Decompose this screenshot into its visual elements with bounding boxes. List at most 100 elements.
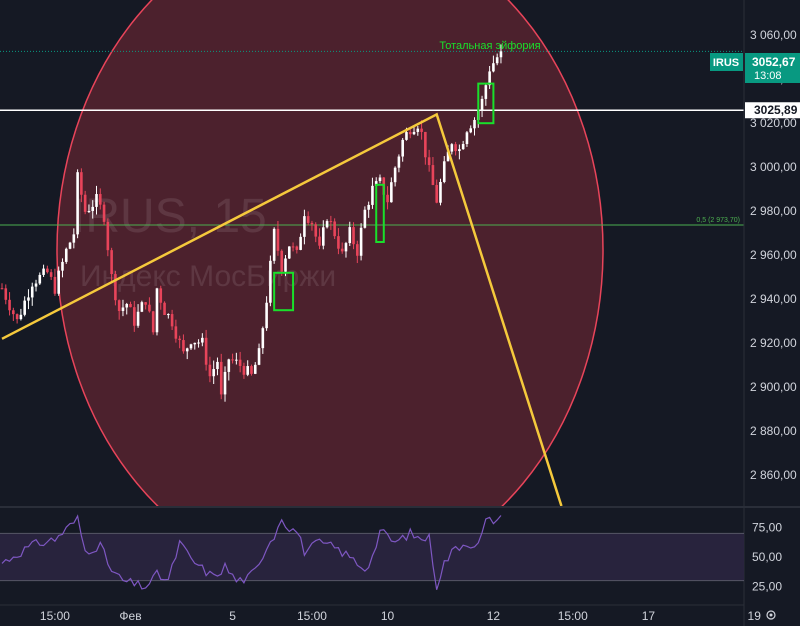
- candle-body: [189, 344, 193, 349]
- candle-body: [193, 342, 197, 345]
- candle: [57, 266, 60, 296]
- candle: [64, 247, 68, 264]
- candle-body: [469, 128, 473, 133]
- candle-body: [212, 369, 215, 377]
- candle-body: [182, 340, 185, 352]
- candle-body: [310, 222, 314, 225]
- candle-body: [167, 314, 170, 316]
- candle-body: [133, 307, 136, 326]
- candle-body: [352, 227, 355, 245]
- rsi-axis[interactable]: 25,00 50,00 75,00: [752, 520, 782, 593]
- price-badge-countdown: 13:08: [754, 70, 782, 82]
- candle-body: [170, 314, 174, 327]
- candle-body: [386, 194, 389, 203]
- hline-price-text: 3025,89: [754, 103, 798, 117]
- candle-body: [136, 311, 140, 326]
- candle-body: [227, 359, 231, 372]
- candle-body: [359, 227, 363, 256]
- candle-body: [435, 184, 438, 203]
- candle-body: [246, 366, 249, 375]
- candle-body: [98, 194, 102, 205]
- price-tick-label: 2 960,00: [750, 248, 797, 262]
- candle: [439, 178, 442, 206]
- candle-body: [408, 132, 412, 135]
- candle-body: [204, 337, 208, 365]
- time-tick-label: 19: [748, 609, 762, 623]
- candle-body: [427, 157, 431, 166]
- candle-body: [151, 311, 155, 333]
- candle-body: [163, 302, 166, 315]
- euphoria-annotation[interactable]: Тотальная эйфория: [439, 40, 540, 52]
- candle-body: [57, 270, 60, 294]
- candle-body: [356, 244, 359, 256]
- candle-body: [261, 328, 265, 349]
- candle-body: [401, 139, 404, 157]
- hline-price-label: 3025,89: [745, 102, 800, 119]
- candle-body: [442, 161, 446, 182]
- candle-body: [148, 304, 151, 312]
- candle-body: [30, 286, 34, 298]
- candle-body: [337, 236, 340, 249]
- candle-body: [450, 144, 454, 152]
- candle-body: [431, 165, 435, 185]
- candle-body: [117, 300, 121, 311]
- candle-body: [363, 209, 367, 228]
- candle-body: [378, 177, 382, 182]
- candle-body: [390, 182, 393, 203]
- candle: [287, 246, 291, 260]
- candle-body: [208, 364, 212, 377]
- candle: [151, 310, 155, 335]
- candle-body: [393, 167, 397, 183]
- rsi-tick-label: 75,00: [752, 520, 782, 534]
- candle-body: [484, 85, 488, 99]
- candle-body: [38, 274, 42, 284]
- price-tick-label: 3 000,00: [750, 160, 797, 174]
- candle-body: [250, 366, 253, 374]
- candle-body: [405, 132, 408, 140]
- candle: [155, 287, 159, 336]
- candle-body: [454, 144, 457, 152]
- candle-body: [314, 224, 318, 237]
- price-tick-label: 2 940,00: [750, 292, 797, 306]
- candle-body: [397, 156, 401, 168]
- chart-canvas[interactable]: IRUS, 15 Индекс МосБиржи 0,5 (2 973,70) …: [0, 0, 800, 626]
- candle-body: [344, 243, 348, 252]
- price-tick-label: 2 900,00: [750, 380, 797, 394]
- candle-body: [257, 348, 261, 365]
- candle-body: [42, 268, 45, 275]
- candle-body: [197, 342, 200, 344]
- candle-body: [159, 288, 163, 303]
- candle-body: [253, 364, 257, 374]
- candle: [359, 223, 363, 261]
- price-tick-label: 2 980,00: [750, 204, 797, 218]
- candle-body: [284, 258, 287, 272]
- candle-body: [72, 234, 76, 243]
- candle-body: [27, 297, 30, 301]
- price-tick-label: 3 060,00: [750, 28, 797, 42]
- candle-body: [223, 371, 227, 395]
- candle-body: [295, 246, 299, 250]
- candle-body: [499, 51, 503, 58]
- candle-body: [12, 310, 15, 315]
- candle-body: [144, 302, 147, 305]
- candle-body: [231, 359, 234, 361]
- candle-body: [49, 272, 53, 277]
- candle-body: [95, 194, 98, 207]
- candle-body: [114, 274, 117, 301]
- time-tick-label: 12: [487, 609, 501, 623]
- candle-body: [495, 57, 499, 64]
- candle-body: [64, 248, 68, 262]
- candle-body: [329, 221, 333, 223]
- candle-body: [91, 206, 95, 212]
- candle-body: [53, 276, 57, 294]
- candle-body: [23, 300, 26, 315]
- candle-body: [439, 181, 442, 203]
- rsi-tick-label: 25,00: [752, 580, 782, 594]
- price-tick-label: 2 860,00: [750, 468, 797, 482]
- candle-body: [110, 250, 113, 275]
- candle-body: [424, 131, 427, 158]
- candle-body: [15, 314, 19, 320]
- candle-body: [34, 283, 38, 287]
- candle-body: [492, 63, 495, 72]
- candle-body: [458, 149, 461, 152]
